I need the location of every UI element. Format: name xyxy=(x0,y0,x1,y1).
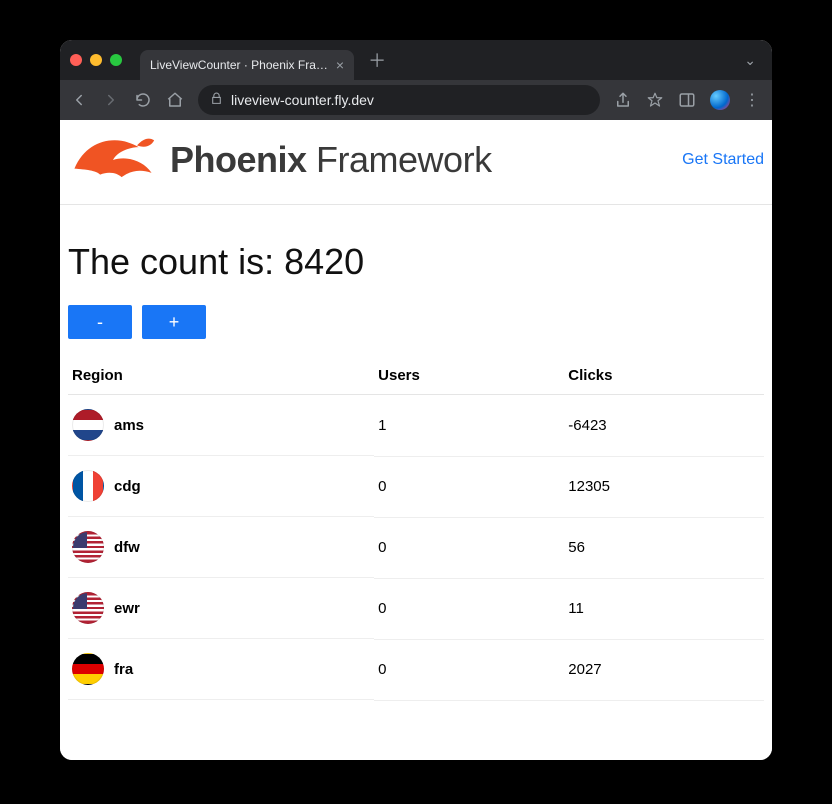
count-value: 8420 xyxy=(284,241,364,282)
tab-strip: LiveViewCounter · Phoenix Fra… × ＋ ⌄ xyxy=(60,40,772,80)
nav-reload-button[interactable] xyxy=(134,91,152,109)
clicks-cell: 2027 xyxy=(564,639,764,700)
region-code: ewr xyxy=(114,600,140,617)
count-label: The count is: xyxy=(68,241,284,282)
users-cell: 0 xyxy=(374,639,564,700)
side-panel-icon[interactable] xyxy=(678,91,696,109)
brand-bold: Phoenix xyxy=(170,139,307,180)
col-region: Region xyxy=(68,357,374,395)
browser-tab[interactable]: LiveViewCounter · Phoenix Fra… × xyxy=(140,50,354,80)
nav-forward-button[interactable] xyxy=(102,91,120,109)
site-logo: Phoenix Framework xyxy=(68,130,492,190)
table-row: ewr 011 xyxy=(68,578,764,639)
address-bar: liveview-counter.fly.dev ⋮ xyxy=(60,80,772,120)
flag-icon xyxy=(72,653,104,685)
regions-table: Region Users Clicks ams1-6423cdg012305df… xyxy=(68,357,764,701)
site-header: Phoenix Framework Get Started xyxy=(60,120,772,205)
region-cell: cdg xyxy=(68,456,374,517)
clicks-cell: 12305 xyxy=(564,456,764,517)
region-code: dfw xyxy=(114,539,140,556)
window-controls xyxy=(70,54,122,66)
region-cell: ewr xyxy=(68,578,374,639)
brand-light: Framework xyxy=(316,139,492,180)
region-cell: ams xyxy=(68,395,374,456)
profile-avatar[interactable] xyxy=(710,90,730,110)
table-row: ams 1-6423 xyxy=(68,395,764,457)
decrement-button[interactable]: - xyxy=(68,305,132,339)
increment-button[interactable]: + xyxy=(142,305,206,339)
table-row: dfw 056 xyxy=(68,517,764,578)
flag-icon xyxy=(72,470,104,502)
window-close-button[interactable] xyxy=(70,54,82,66)
users-cell: 0 xyxy=(374,578,564,639)
tab-title: LiveViewCounter · Phoenix Fra… xyxy=(150,58,328,72)
new-tab-button[interactable]: ＋ xyxy=(368,47,386,73)
count-heading: The count is: 8420 xyxy=(68,241,764,283)
region-cell: fra xyxy=(68,639,374,700)
col-clicks: Clicks xyxy=(564,357,764,395)
region-cell: dfw xyxy=(68,517,374,578)
users-cell: 0 xyxy=(374,456,564,517)
omnibox[interactable]: liveview-counter.fly.dev xyxy=(198,85,600,115)
page-viewport: Phoenix Framework Get Started The count … xyxy=(60,120,772,760)
table-row: fra 02027 xyxy=(68,639,764,700)
tab-close-icon[interactable]: × xyxy=(336,58,344,72)
main-content: The count is: 8420 - + Region Users Clic… xyxy=(60,205,772,701)
region-code: ams xyxy=(114,417,144,434)
phoenix-bird-icon xyxy=(68,130,158,190)
col-users: Users xyxy=(374,357,564,395)
counter-buttons: - + xyxy=(68,305,764,339)
flag-icon xyxy=(72,592,104,624)
window-fullscreen-button[interactable] xyxy=(110,54,122,66)
users-cell: 0 xyxy=(374,517,564,578)
tabs-overflow-button[interactable]: ⌄ xyxy=(744,52,762,69)
brand-text: Phoenix Framework xyxy=(170,139,492,181)
nav-home-button[interactable] xyxy=(166,91,184,109)
omnibox-url: liveview-counter.fly.dev xyxy=(231,92,374,108)
clicks-cell: 11 xyxy=(564,578,764,639)
table-row: cdg 012305 xyxy=(68,456,764,517)
lock-icon xyxy=(210,92,223,108)
browser-menu-button[interactable]: ⋮ xyxy=(744,91,762,109)
clicks-cell: 56 xyxy=(564,517,764,578)
region-code: cdg xyxy=(114,478,141,495)
share-icon[interactable] xyxy=(614,91,632,109)
region-code: fra xyxy=(114,661,133,678)
flag-icon xyxy=(72,531,104,563)
users-cell: 1 xyxy=(374,395,564,457)
flag-icon xyxy=(72,409,104,441)
nav-back-button[interactable] xyxy=(70,91,88,109)
clicks-cell: -6423 xyxy=(564,395,764,457)
get-started-link[interactable]: Get Started xyxy=(682,151,764,169)
bookmark-star-icon[interactable] xyxy=(646,91,664,109)
window-minimize-button[interactable] xyxy=(90,54,102,66)
browser-window: LiveViewCounter · Phoenix Fra… × ＋ ⌄ liv… xyxy=(60,40,772,760)
